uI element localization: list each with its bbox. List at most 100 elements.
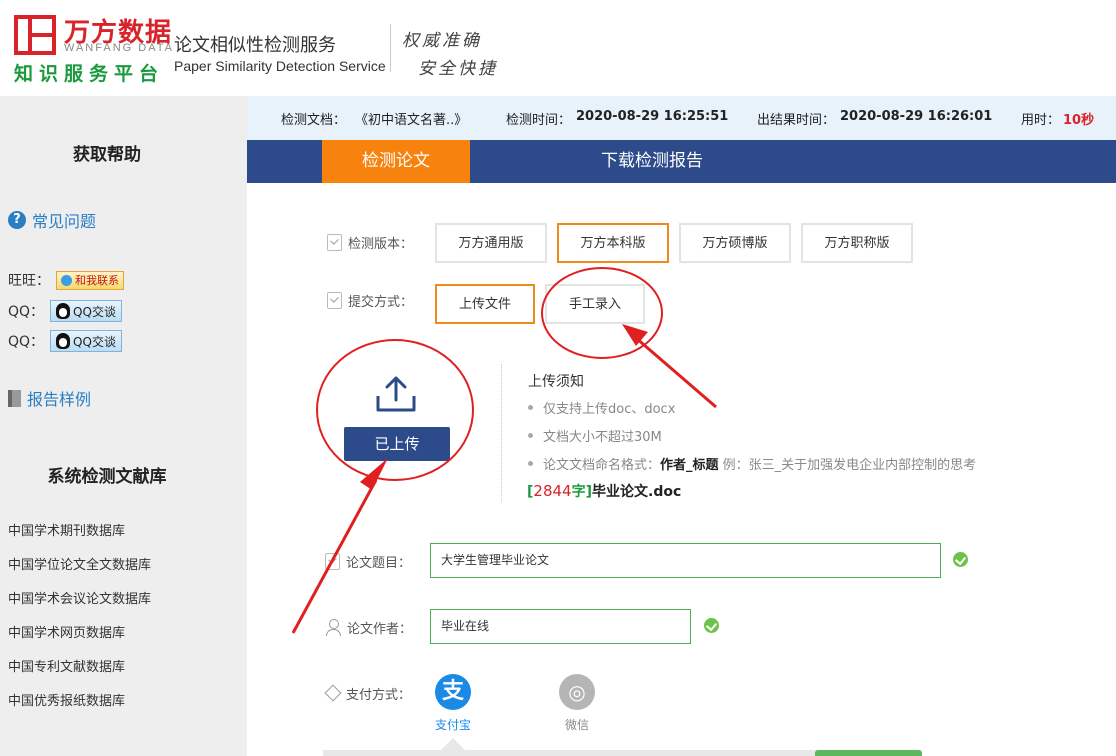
wangwang-icon: [61, 274, 72, 286]
duration-label: 用时：: [1021, 113, 1061, 128]
notice-text: 仅支持上传doc、docx: [543, 402, 676, 417]
qq-contact-2: QQ： QQ交谈: [8, 330, 122, 352]
checkbox-doc-icon: [327, 234, 342, 251]
upload-notice-title: 上传须知: [528, 374, 584, 390]
help-title: 获取帮助: [73, 145, 141, 165]
check-time-value: 2020-08-29 16:25:51: [576, 109, 729, 124]
submit-method-label: 提交方式：: [327, 291, 413, 310]
version-option-undergraduate[interactable]: 万方本科版: [557, 223, 669, 263]
wanfang-logo-icon: [14, 15, 56, 55]
alipay-icon[interactable]: 支: [435, 674, 471, 710]
header-tagline-2: 安全快捷: [418, 59, 498, 79]
word-count: 2844: [533, 482, 572, 500]
qq-button-label: QQ交谈: [73, 334, 116, 349]
notice-item: 仅支持上传doc、docx: [528, 398, 675, 417]
diamond-icon: [325, 685, 340, 702]
payment-method-label: 支付方式：: [325, 684, 411, 703]
database-item[interactable]: 中国学术会议论文数据库: [8, 588, 151, 607]
tab-download-report[interactable]: 下载检测报告: [577, 140, 727, 183]
document-icon: [325, 553, 340, 570]
brand-english-name: WANFANG DATA: [64, 42, 174, 54]
version-option-master-doctor[interactable]: 万方硕博版: [679, 223, 791, 263]
alipay-label[interactable]: 支付宝: [435, 716, 471, 733]
wechat-pay-icon[interactable]: ◎: [559, 674, 595, 710]
pay-submit-button-edge[interactable]: [815, 750, 922, 756]
naming-example: 例：张三_关于加强发电企业内部控制的思考: [722, 458, 977, 473]
report-sample-label: 报告样例: [27, 390, 92, 409]
notice-text: 文档大小不超过30M: [543, 430, 662, 445]
upload-button[interactable]: 已上传: [344, 427, 450, 461]
qq-label: QQ：: [8, 334, 45, 350]
qq-button-label: QQ交谈: [73, 304, 116, 319]
faq-link[interactable]: ? 常见问题: [8, 208, 96, 232]
version-option-professional-title[interactable]: 万方职称版: [801, 223, 913, 263]
paper-title-label: 论文题目：: [325, 552, 411, 571]
uploaded-file-info: [2844字]毕业论文.doc: [527, 481, 681, 501]
bullet-icon: [528, 461, 533, 466]
paper-author-label-text: 论文作者：: [347, 622, 413, 637]
result-time-label: 出结果时间：: [757, 113, 836, 128]
site-header: 万方数据 WANFANG DATA 知识服务平台 论文相似性检测服务 Paper…: [0, 0, 1116, 96]
qq-penguin-icon: [56, 303, 71, 319]
faq-label: 常见问题: [32, 212, 97, 231]
qq-contact-1: QQ： QQ交谈: [8, 300, 122, 322]
qq-chat-button[interactable]: QQ交谈: [50, 300, 122, 322]
submit-manual-entry[interactable]: 手工录入: [545, 284, 645, 324]
payment-method-label-text: 支付方式：: [346, 688, 412, 703]
qq-penguin-icon: [56, 333, 71, 349]
duration-value: 10秒: [1063, 113, 1095, 128]
check-circle-icon: [953, 552, 968, 567]
paper-title-label-text: 论文题目：: [346, 556, 412, 571]
wangwang-button-label: 和我联系: [75, 274, 119, 287]
paper-author-label: 论文作者：: [325, 618, 412, 637]
help-sidebar: 获取帮助 ? 常见问题 旺旺： 和我联系 QQ： QQ交谈 QQ： QQ交谈 报…: [0, 96, 247, 756]
qq-label: QQ：: [8, 304, 45, 320]
file-name: 毕业论文.doc: [592, 484, 682, 500]
submit-upload-file[interactable]: 上传文件: [435, 284, 535, 324]
report-sample-link[interactable]: 报告样例: [8, 386, 91, 410]
bullet-icon: [528, 405, 533, 410]
annotation-arrow-manual: [635, 336, 717, 409]
version-option-general[interactable]: 万方通用版: [435, 223, 547, 263]
service-title-english: Paper Similarity Detection Service: [174, 58, 386, 74]
payment-selection-pointer: [441, 738, 465, 750]
result-time-value: 2020-08-29 16:26:01: [840, 109, 993, 124]
database-item[interactable]: 中国学术期刊数据库: [8, 520, 125, 539]
service-title: 论文相似性检测服务: [174, 35, 336, 56]
paper-author-input[interactable]: 毕业在线: [430, 609, 691, 644]
detection-info-bar: 检测文档： 《初中语文名著..》 检测时间： 2020-08-29 16:25:…: [247, 96, 1116, 140]
qq-chat-button[interactable]: QQ交谈: [50, 330, 122, 352]
upload-icon[interactable]: [376, 374, 416, 414]
submit-method-label-text: 提交方式：: [348, 295, 414, 310]
naming-prefix: 论文文档命名格式：: [543, 458, 661, 473]
main-tab-bar: 检测论文 下载检测报告: [247, 140, 1116, 183]
checkbox-doc-icon: [327, 292, 342, 309]
tab-check-paper[interactable]: 检测论文: [322, 140, 470, 183]
database-item[interactable]: 中国学术网页数据库: [8, 622, 125, 641]
brand-slogan: 知识服务平台: [14, 63, 165, 85]
wangwang-contact-button[interactable]: 和我联系: [56, 270, 124, 290]
bullet-icon: [528, 433, 533, 438]
header-tagline-1: 权威准确: [402, 31, 482, 51]
paper-title-input[interactable]: 大学生管理毕业论文: [430, 543, 941, 578]
user-icon: [325, 619, 341, 636]
database-item[interactable]: 中国学位论文全文数据库: [8, 554, 151, 573]
check-time-label: 检测时间：: [506, 113, 572, 128]
database-list-title: 系统检测文献库: [47, 467, 167, 487]
check-circle-icon: [704, 618, 719, 633]
doc-label: 检测文档：: [281, 113, 347, 128]
notice-item-naming: 论文文档命名格式：作者_标题 例：张三_关于加强发电企业内部控制的思考: [528, 454, 976, 473]
wangwang-label: 旺旺：: [8, 273, 50, 289]
wangwang-contact: 旺旺： 和我联系: [8, 270, 124, 290]
annotation-arrowhead-upload: [360, 458, 388, 490]
annotation-arrowhead-manual: [622, 324, 648, 346]
word-unit: 字: [571, 484, 586, 500]
notice-item: 文档大小不超过30M: [528, 426, 662, 445]
database-item[interactable]: 中国专利文献数据库: [8, 656, 125, 675]
naming-format: 作者_标题: [660, 458, 719, 473]
database-item[interactable]: 中国优秀报纸数据库: [8, 690, 125, 709]
wechat-pay-label[interactable]: 微信: [565, 716, 589, 733]
version-label-text: 检测版本：: [348, 237, 414, 252]
payment-panel-edge: [323, 750, 819, 756]
notice-divider: [501, 364, 502, 502]
